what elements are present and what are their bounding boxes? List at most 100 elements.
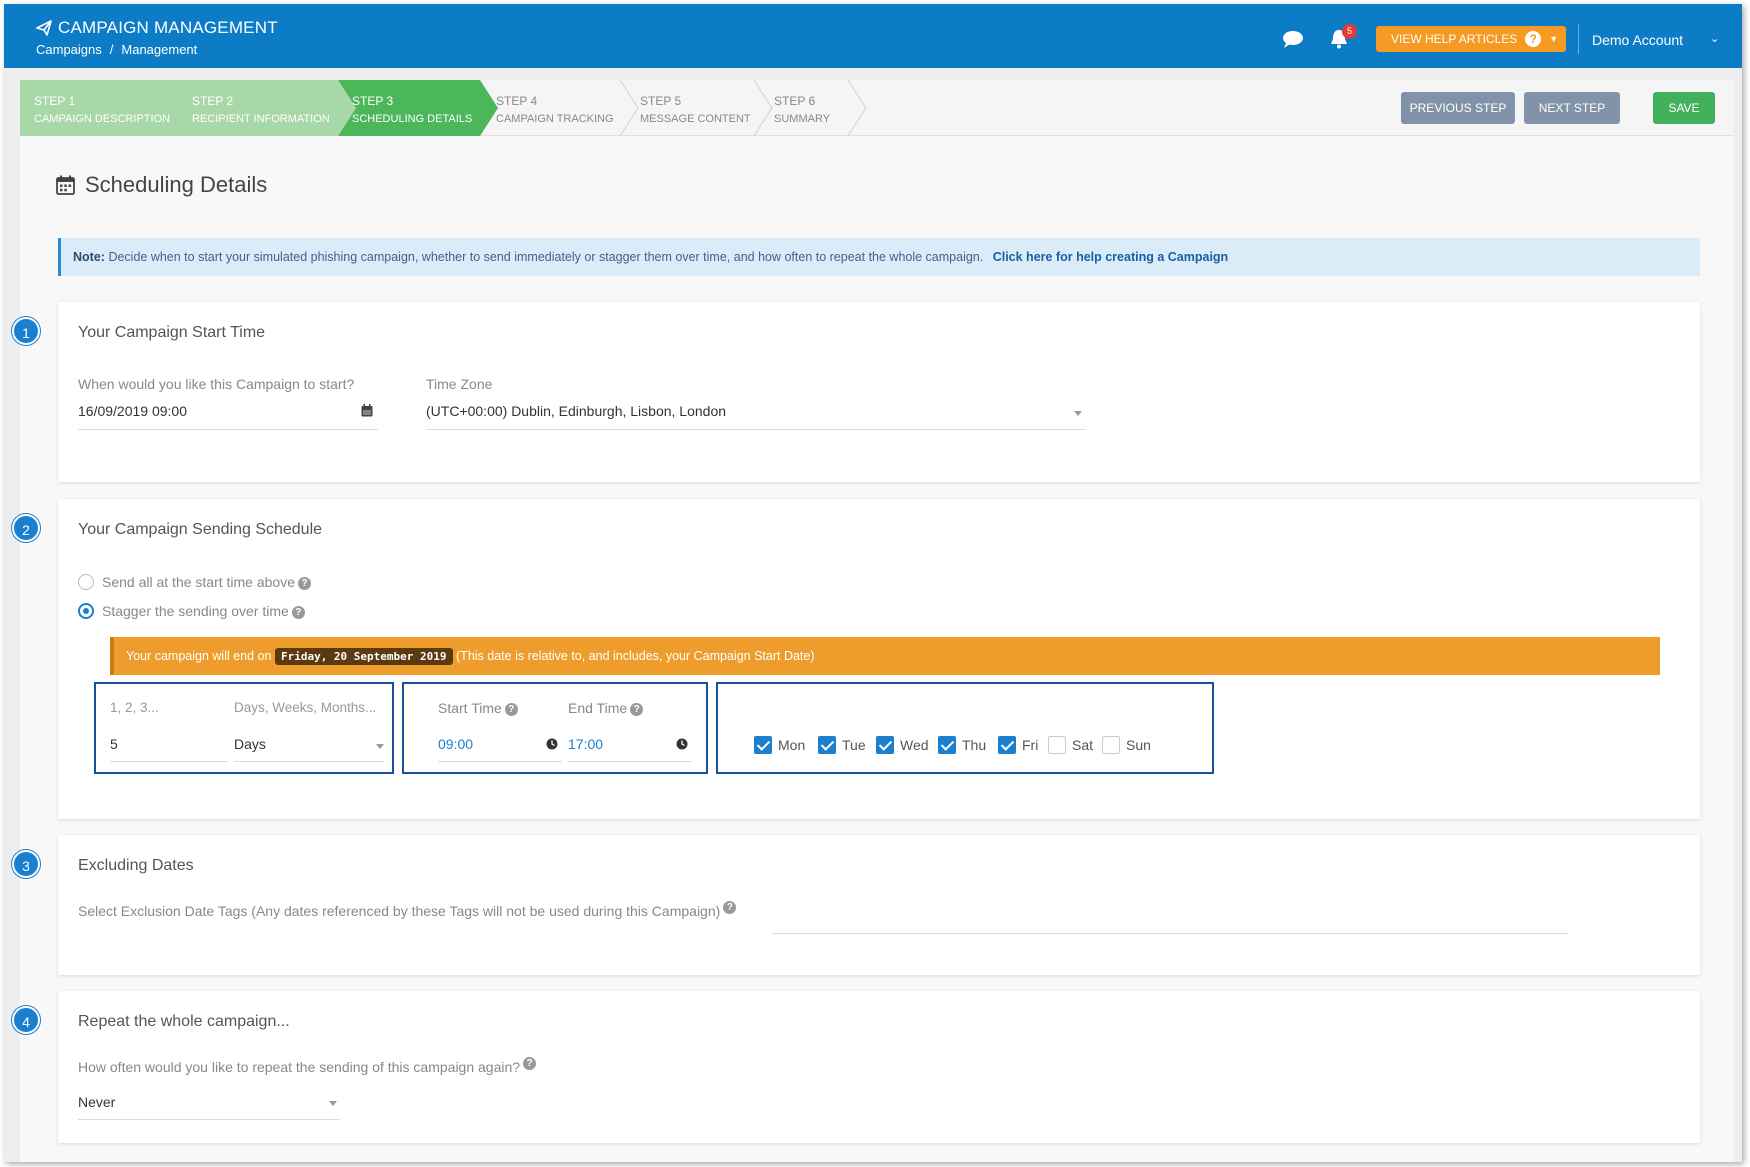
account-menu[interactable]: Demo Account xyxy=(1592,32,1683,48)
sending-time-group: Start Time? 09:00 End Time? 17:00 xyxy=(402,682,708,774)
chevron-down-icon[interactable]: ⌄ xyxy=(1710,32,1719,45)
day-label-tue: Tue xyxy=(842,737,866,753)
breadcrumb: Campaigns / Management xyxy=(36,42,197,57)
day-checkbox-wed[interactable] xyxy=(876,736,894,754)
section-1-number: 1 xyxy=(12,317,40,345)
send-all-option[interactable]: Send all at the start time above? xyxy=(102,574,311,590)
step-5[interactable]: STEP 5 MESSAGE CONTENT xyxy=(640,80,751,136)
end-suffix: (This date is relative to, and includes,… xyxy=(456,649,815,663)
exclusion-tags-label: Select Exclusion Date Tags (Any dates re… xyxy=(78,903,721,919)
top-header: CAMPAIGN MANAGEMENT Campaigns / Management… xyxy=(4,4,1742,68)
day-label-fri: Fri xyxy=(1022,737,1039,753)
step-2-number: STEP 2 xyxy=(192,94,234,108)
day-checkbox-tue[interactable] xyxy=(818,736,836,754)
question-icon: ? xyxy=(1525,31,1542,47)
section-3-title: Excluding Dates xyxy=(78,857,194,874)
sending-days-group: Mon Tue Wed Thu Fri Sat Sun xyxy=(716,682,1214,774)
step-6-number: STEP 6 xyxy=(774,94,816,108)
step-1[interactable]: STEP 1 CAMPAIGN DESCRIPTION xyxy=(34,80,170,136)
save-button[interactable]: SAVE xyxy=(1653,92,1715,124)
step-2[interactable]: STEP 2 RECIPIENT INFORMATION xyxy=(192,80,330,136)
notification-badge: 5 xyxy=(1342,24,1357,39)
day-checkbox-mon[interactable] xyxy=(754,736,772,754)
help-icon[interactable]: ? xyxy=(523,1057,537,1070)
end-time-input[interactable]: 17:00 xyxy=(568,736,603,752)
stagger-label: Stagger the sending over time xyxy=(102,603,289,619)
unit-underline xyxy=(234,761,384,762)
repeat-underline xyxy=(78,1119,340,1120)
day-checkbox-sun[interactable] xyxy=(1102,736,1120,754)
day-label-wed: Wed xyxy=(900,737,929,753)
next-step-button[interactable]: NEXT STEP xyxy=(1524,92,1620,124)
help-icon[interactable]: ? xyxy=(504,703,518,716)
help-icon[interactable]: ? xyxy=(298,577,311,590)
page-title-text: Scheduling Details xyxy=(85,172,268,197)
amount-input[interactable]: 5 xyxy=(110,736,118,752)
help-icon[interactable]: ? xyxy=(630,703,644,716)
start-time-label: Start Time xyxy=(438,700,502,716)
chat-icon[interactable] xyxy=(1282,30,1304,48)
unit-select[interactable]: Days xyxy=(234,736,266,752)
header-divider xyxy=(1578,24,1579,54)
day-label-mon: Mon xyxy=(778,737,806,753)
chevron-down-icon[interactable] xyxy=(1074,411,1082,416)
breadcrumb-management[interactable]: Management xyxy=(121,42,197,57)
start-date-label: When would you like this Campaign to sta… xyxy=(78,376,355,392)
start-time-input[interactable]: 09:00 xyxy=(438,736,473,752)
step-2-label: RECIPIENT INFORMATION xyxy=(192,113,330,125)
send-all-radio[interactable] xyxy=(78,574,94,590)
view-help-articles-button[interactable]: VIEW HELP ARTICLES ? ▼ xyxy=(1376,26,1566,52)
stagger-interval-group: 1, 2, 3... 5 Days, Weeks, Months... Days xyxy=(94,682,394,774)
step-6[interactable]: STEP 6 SUMMARY xyxy=(774,80,830,136)
previous-step-button[interactable]: PREVIOUS STEP xyxy=(1401,92,1515,124)
start-date-input[interactable]: 16/09/2019 09:00 xyxy=(78,403,187,419)
chevron-down-icon[interactable] xyxy=(329,1101,337,1106)
help-campaign-link[interactable]: Click here for help creating a Campaign xyxy=(993,250,1228,264)
day-checkbox-thu[interactable] xyxy=(938,736,956,754)
calendar-icon xyxy=(56,175,75,195)
step-3-label: SCHEDULING DETAILS xyxy=(352,113,473,125)
step-1-number: STEP 1 xyxy=(34,94,76,108)
section-1-title: Your Campaign Start Time xyxy=(78,324,266,341)
end-time-field: End Time? xyxy=(568,700,644,716)
step-1-label: CAMPAIGN DESCRIPTION xyxy=(34,113,171,125)
help-button-label: VIEW HELP ARTICLES xyxy=(1391,32,1518,46)
help-icon[interactable]: ? xyxy=(723,901,737,914)
note-label: Note: xyxy=(73,250,105,264)
step-3-number: STEP 3 xyxy=(352,94,394,108)
help-icon[interactable]: ? xyxy=(291,606,305,619)
info-note: Note: Decide when to start your simulate… xyxy=(58,238,1700,276)
day-checkbox-fri[interactable] xyxy=(998,736,1016,754)
repeat-field: How often would you like to repeat the s… xyxy=(78,1057,537,1075)
day-label-thu: Thu xyxy=(962,737,987,753)
campaign-end-banner: Your campaign will end on Friday, 20 Sep… xyxy=(110,637,1660,675)
repeat-select[interactable]: Never xyxy=(78,1094,115,1110)
unit-placeholder: Days, Weeks, Months... xyxy=(234,700,377,715)
end-date-badge: Friday, 20 September 2019 xyxy=(274,648,453,665)
clock-icon[interactable] xyxy=(546,738,558,750)
amount-underline xyxy=(110,761,228,762)
app-window: CAMPAIGN MANAGEMENT Campaigns / Management… xyxy=(4,4,1742,1162)
stagger-option[interactable]: Stagger the sending over time? xyxy=(102,603,305,619)
exclusion-tags-field: Select Exclusion Date Tags (Any dates re… xyxy=(78,901,737,919)
chevron-down-icon[interactable] xyxy=(376,744,384,749)
app-title: CAMPAIGN MANAGEMENT xyxy=(36,18,278,38)
stagger-radio[interactable] xyxy=(78,603,94,619)
breadcrumb-campaigns[interactable]: Campaigns xyxy=(36,42,102,57)
calendar-icon[interactable] xyxy=(361,404,373,417)
timezone-select[interactable]: (UTC+00:00) Dublin, Edinburgh, Lisbon, L… xyxy=(426,403,726,419)
clock-icon[interactable] xyxy=(676,738,688,750)
end-time-label: End Time xyxy=(568,700,628,716)
section-4-number: 4 xyxy=(12,1006,40,1034)
start-date-underline xyxy=(78,429,378,430)
send-all-label: Send all at the start time above xyxy=(102,574,295,590)
step-4[interactable]: STEP 4 CAMPAIGN TRACKING xyxy=(496,80,614,136)
timezone-label: Time Zone xyxy=(426,376,493,392)
day-checkbox-sat[interactable] xyxy=(1048,736,1066,754)
step-6-label: SUMMARY xyxy=(774,113,831,125)
paper-plane-icon xyxy=(36,20,52,36)
end-prefix: Your campaign will end on xyxy=(126,649,272,663)
step-3[interactable]: STEP 3 SCHEDULING DETAILS xyxy=(352,80,472,136)
exclusion-tags-input[interactable] xyxy=(772,933,1568,934)
start-time-card: Your Campaign Start Time When would you … xyxy=(58,302,1700,482)
